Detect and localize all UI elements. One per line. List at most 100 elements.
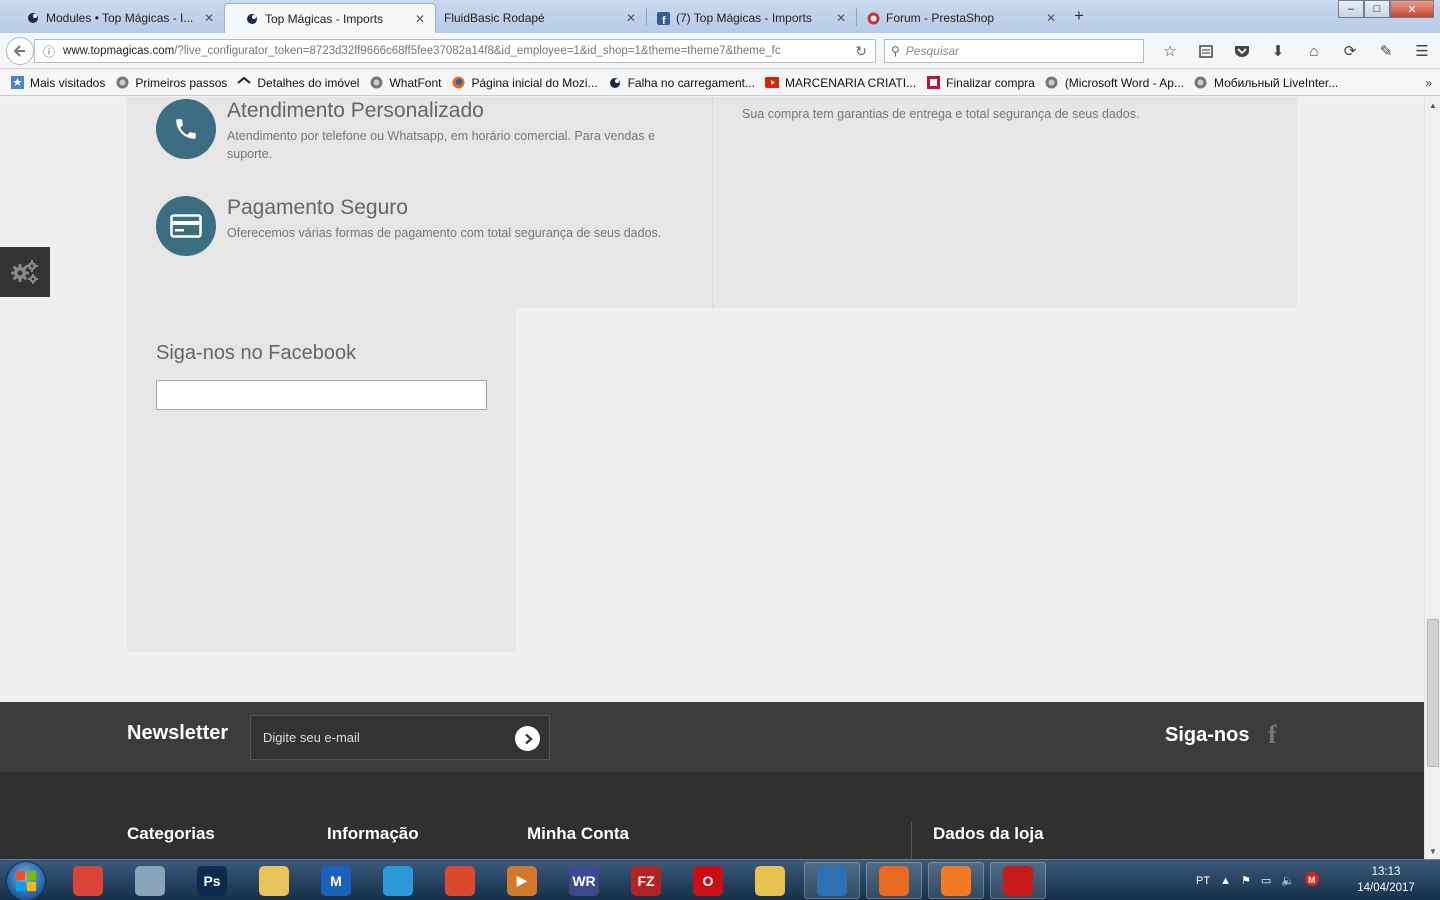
tab-facebook[interactable]: f (7) Top Mágicas - Imports ✕	[648, 3, 856, 33]
facebook-widget[interactable]	[156, 380, 487, 410]
chevron-right-icon	[524, 733, 533, 744]
taskbar-app-origin[interactable]	[928, 862, 984, 899]
facebook-icon[interactable]: f	[1268, 720, 1277, 750]
bookmark-item[interactable]: Мобильный LiveInter...	[1194, 76, 1338, 90]
bookmark-label: Falha no carregament...	[627, 75, 755, 90]
close-window-button[interactable]: ✕	[1390, 0, 1434, 18]
clock-date: 14/04/2017	[1357, 882, 1415, 894]
maximize-button[interactable]: □	[1364, 0, 1390, 18]
menu-icon[interactable]: ☰	[1404, 39, 1440, 63]
url-host: www.topmagicas.com	[63, 45, 175, 57]
bookmark-label: Detalhes do imóvel	[257, 75, 360, 90]
download-icon[interactable]: ⬇	[1260, 39, 1296, 63]
footer-heading-categories: Categorias	[127, 824, 215, 843]
taskbar-app-chrome[interactable]	[60, 862, 116, 899]
newsletter-email-input[interactable]: Digite seu e-mail	[250, 715, 550, 760]
tab-top-magicas[interactable]: Top Mágicas - Imports ✕	[224, 3, 436, 33]
volume-icon[interactable]: 🔈	[1281, 874, 1295, 887]
newsletter-submit-button[interactable]	[515, 726, 540, 751]
svg-text:f: f	[662, 15, 666, 25]
tab-forum[interactable]: Forum - PrestaShop ✕	[858, 3, 1066, 33]
clock-time: 13:13	[1371, 866, 1401, 878]
bookmarks-overflow-button[interactable]: »	[1425, 76, 1432, 90]
toolbar-icons: ☆ ⬇ ⌂ ⟳ ✎ ☰	[1152, 39, 1440, 63]
taskbar-app-thunderbird[interactable]	[804, 862, 860, 899]
url-bar[interactable]: ⓘ www.topmagicas.com/?live_configurator_…	[34, 39, 876, 63]
scrollbar-thumb[interactable]	[1427, 619, 1439, 767]
eyedropper-icon[interactable]: ✎	[1368, 39, 1404, 63]
tab-title: (7) Top Mágicas - Imports	[676, 11, 812, 25]
language-indicator[interactable]: PT	[1196, 875, 1210, 887]
taskbar-app-media[interactable]: ▶	[494, 862, 550, 899]
bookmark-item[interactable]: Falha no carregament...	[608, 76, 755, 90]
close-icon[interactable]: ✕	[204, 11, 214, 25]
explorer-icon	[259, 865, 289, 896]
network-icon[interactable]: ▭	[1261, 874, 1271, 887]
windows-taskbar: Ps M ▶ WR FZ O PT ▲ ⚑ ▭ 🔈 M 13:13 14/04/2017	[0, 859, 1440, 900]
taskbar-app-explorer[interactable]	[246, 862, 302, 899]
close-icon[interactable]: ✕	[415, 12, 425, 26]
scroll-up-arrow-icon[interactable]: ▲	[1427, 99, 1439, 111]
close-icon[interactable]: ✕	[626, 11, 636, 25]
prestashop-icon	[245, 12, 259, 26]
firefox-icon	[879, 865, 909, 896]
bookmark-label: Página inicial do Mozi...	[471, 75, 598, 90]
close-icon[interactable]: ✕	[836, 11, 846, 25]
action-center-flag-icon[interactable]: ⚑	[1241, 874, 1251, 887]
home-icon[interactable]: ⌂	[1296, 39, 1332, 63]
bookmark-item[interactable]: MARCENARIA CRIATI...	[764, 76, 916, 90]
new-tab-button[interactable]: +	[1074, 6, 1084, 26]
guarantee-panel: Sua compra tem garantias de entrega e to…	[713, 97, 1297, 308]
mail-icon	[755, 865, 785, 896]
tab-modules[interactable]: Modules • Top Mágicas - I... ✕	[6, 3, 224, 33]
search-input[interactable]: ⚲ Pesquisar	[884, 39, 1144, 63]
taskbar-app-firefox[interactable]	[866, 862, 922, 899]
bookmark-item[interactable]: WhatFont	[369, 76, 441, 90]
reload-icon[interactable]: ↻	[855, 43, 867, 60]
navigation-bar: ⓘ www.topmagicas.com/?live_configurator_…	[0, 33, 1440, 69]
svg-text:M: M	[1308, 875, 1316, 885]
start-button[interactable]	[6, 861, 46, 900]
bookmark-item[interactable]: Página inicial do Mozi...	[451, 75, 598, 90]
live-configurator-toggle[interactable]	[0, 247, 50, 297]
taskbar-app-filezilla[interactable]: FZ	[618, 862, 674, 899]
tray-expand-icon[interactable]: ▲	[1220, 875, 1231, 887]
pocket-icon[interactable]	[1224, 39, 1260, 63]
minimize-button[interactable]: –	[1338, 0, 1364, 18]
sync-icon[interactable]: ⟳	[1332, 39, 1368, 63]
photoshop-icon: Ps	[197, 865, 227, 896]
filezilla-icon: FZ	[631, 865, 661, 896]
taskbar-app-opera[interactable]: O	[680, 862, 736, 899]
bookmark-item[interactable]: Finalizar compra	[926, 76, 1035, 90]
taskbar-app-malwarebytes[interactable]: M	[308, 862, 364, 899]
taskbar-app-mail[interactable]	[742, 862, 798, 899]
taskbar-app-gamebooster[interactable]	[990, 862, 1046, 899]
info-icon[interactable]: ⓘ	[43, 43, 55, 60]
bookmark-label: Finalizar compra	[946, 75, 1035, 90]
back-button[interactable]	[6, 37, 34, 65]
tab-title: FluidBasic Rodapé	[444, 11, 545, 25]
facebook-icon: f	[656, 11, 670, 25]
tab-fluidbasic[interactable]: FluidBasic Rodapé ✕	[436, 3, 646, 33]
taskbar-app-calculator[interactable]	[122, 862, 178, 899]
taskbar-app-photoshop[interactable]: Ps	[184, 862, 240, 899]
taskbar-app-sync[interactable]	[370, 862, 426, 899]
taskbar-app-ccleaner[interactable]	[432, 862, 488, 899]
bookmark-item[interactable]: Primeiros passos	[115, 76, 227, 90]
sync-icon	[383, 865, 413, 896]
scroll-down-arrow-icon[interactable]: ▼	[1427, 845, 1439, 857]
bookmark-star-icon[interactable]: ☆	[1152, 39, 1188, 63]
bookmark-item[interactable]: (Microsoft Word - Ap...	[1045, 76, 1184, 90]
bookmark-item[interactable]: Mais visitados	[10, 76, 105, 90]
antivirus-tray-icon[interactable]: M	[1304, 872, 1319, 889]
tab-separator	[646, 8, 647, 26]
bookmark-item[interactable]: Detalhes do imóvel	[237, 76, 359, 90]
tab-title: Top Mágicas - Imports	[265, 11, 384, 26]
prestashop-icon	[26, 11, 40, 25]
taskbar-clock[interactable]: 13:13 14/04/2017	[1344, 864, 1428, 896]
close-icon[interactable]: ✕	[1046, 11, 1056, 25]
page-scrollbar[interactable]: ▲ ▼	[1424, 97, 1440, 859]
taskbar-app-winrar[interactable]: WR	[556, 862, 612, 899]
bookmarks-list-icon[interactable]	[1188, 39, 1224, 63]
newsletter-band: Newsletter Digite seu e-mail Siga-nos f	[0, 702, 1424, 772]
